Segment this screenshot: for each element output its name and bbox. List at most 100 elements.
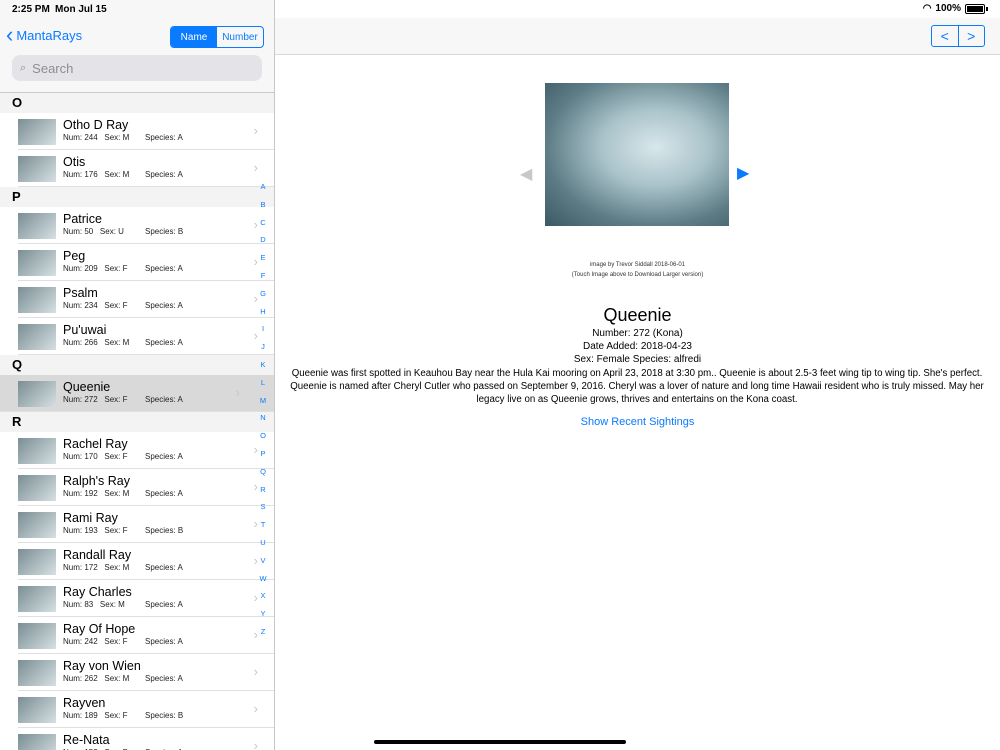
item-name: Patrice [63,212,102,226]
list-item[interactable]: Otho D Ray Num: 244 Sex: M Species: A › [18,113,274,150]
index-letter[interactable]: R [260,481,265,499]
index-letter[interactable]: G [260,285,266,303]
next-button[interactable]: > [959,26,985,46]
index-letter[interactable]: M [260,392,266,410]
index-letter[interactable]: P [260,445,265,463]
list-item[interactable]: Rami Ray Num: 193 Sex: F Species: B › [18,506,274,543]
item-name: Rayven [63,696,106,710]
index-letter[interactable]: Q [260,463,266,481]
index-letter[interactable]: A [260,178,265,196]
item-num: Num: 172 [63,563,98,572]
item-meta: Num: 192 Sex: M [63,489,129,498]
item-meta: Num: 170 Sex: F [63,452,127,461]
item-num: Num: 209 [63,264,98,273]
previous-button[interactable]: < [932,26,959,46]
manta-thumbnail [18,213,56,239]
index-letter[interactable]: L [261,374,265,392]
search-field[interactable]: ⌕ Search [12,55,262,81]
item-name: Queenie [63,380,111,394]
list-item[interactable]: Rayven Num: 189 Sex: F Species: B › [18,691,274,728]
item-meta: Num: 266 Sex: M [63,338,129,347]
status-time: 2:25 PM [12,4,50,15]
back-button[interactable]: ‹ MantaRays [6,24,82,46]
index-letter[interactable]: E [260,249,265,267]
item-meta: Num: 50 Sex: U [63,227,124,236]
list-item[interactable]: Ray Of Hope Num: 242 Sex: F Species: A › [18,617,274,654]
item-species: Species: A [145,264,183,273]
list-item[interactable]: Pu'uwai Num: 266 Sex: M Species: A › [18,318,274,355]
list-item[interactable]: Re-NataNum: 152 Sex: FSpecies: A› [18,728,274,750]
index-letter[interactable]: X [260,587,265,605]
list-item[interactable]: Rachel Ray Num: 170 Sex: F Species: A › [18,432,274,469]
item-sex: Sex: M [104,674,130,683]
list-item[interactable]: Patrice Num: 50 Sex: U Species: B › [18,207,274,244]
manta-thumbnail [18,697,56,723]
index-letter[interactable]: Y [260,605,265,623]
item-sex: Sex: M [104,170,130,179]
list-item[interactable]: Ralph's Ray Num: 192 Sex: M Species: A › [18,469,274,506]
index-letter[interactable]: U [260,534,265,552]
item-num: Num: 83 [63,600,94,609]
index-letter[interactable]: D [260,231,265,249]
list-item[interactable]: Ray Charles Num: 83 Sex: M Species: A › [18,580,274,617]
item-meta: Num: 172 Sex: M [63,563,129,572]
item-name: Pu'uwai [63,323,107,337]
index-letter[interactable]: B [260,196,265,214]
item-meta: Num: 234 Sex: F [63,301,127,310]
sort-by-number[interactable]: Number [217,27,263,47]
manta-description: Queenie was first spotted in Keauhou Bay… [290,368,984,405]
item-num: Num: 189 [63,711,98,720]
list-item[interactable]: Psalm Num: 234 Sex: F Species: A › [18,281,274,318]
index-letter[interactable]: F [261,267,266,285]
list-item[interactable]: Queenie Num: 272 Sex: F Species: A › [0,375,274,412]
index-letter[interactable]: V [260,552,265,570]
list-item[interactable]: Randall Ray Num: 172 Sex: M Species: A › [18,543,274,580]
index-letter[interactable]: I [262,320,264,338]
index-letter[interactable]: K [260,356,265,374]
index-letter[interactable]: C [260,214,265,232]
item-species: Species: A [145,674,183,683]
item-name: Ray Of Hope [63,622,136,636]
manta-thumbnail [18,119,56,145]
manta-thumbnail [18,381,56,407]
item-name: Ralph's Ray [63,474,130,488]
list-item[interactable]: Ray von Wien Num: 262 Sex: M Species: A › [18,654,274,691]
item-species: Species: A [145,338,183,347]
index-letter[interactable]: S [260,498,265,516]
status-right: ◠ 100% [923,3,988,14]
manta-thumbnail [18,512,56,538]
index-letter[interactable]: H [260,303,265,321]
chevron-right-icon: › [253,123,258,138]
list-item[interactable]: Otis Num: 176 Sex: M Species: A › [18,150,274,187]
master-pane: ‹ MantaRays Name Number ⌕ Search O Otho D… [0,0,275,750]
next-image-arrow-icon[interactable]: ▶ [737,163,749,183]
item-sex: Sex: F [104,264,128,273]
item-species: Species: A [145,452,183,461]
index-letter[interactable]: J [261,338,265,356]
manta-photo[interactable] [545,83,729,226]
section-header: Q [0,355,274,375]
sort-segmented-control: Name Number [170,26,264,48]
index-letter[interactable]: Z [261,623,266,641]
item-sex: Sex: F [104,711,128,720]
chevron-right-icon: › [253,160,258,175]
item-sex: Sex: F [104,395,128,404]
list-item[interactable]: Peg Num: 209 Sex: F Species: A › [18,244,274,281]
item-num: Num: 193 [63,526,98,535]
sort-by-name[interactable]: Name [171,27,217,47]
home-indicator[interactable] [374,740,626,744]
section-index[interactable]: ABCDEFGHIJKLMNOPQRSTUVWXYZ [256,178,270,641]
previous-image-arrow-icon[interactable]: ◀ [520,164,532,184]
item-name: Rachel Ray [63,437,128,451]
index-letter[interactable]: O [260,427,266,445]
item-species: Species: A [145,170,183,179]
index-letter[interactable]: W [259,570,266,588]
status-bar: 2:25 PM Mon Jul 15 ◠ 100% [0,0,1000,18]
item-meta: Num: 209 Sex: F [63,264,127,273]
item-sex: Sex: U [99,227,124,236]
index-letter[interactable]: T [261,516,266,534]
credit-line: image by Trevor Siddall 2018-06-01 [589,262,686,268]
chevron-right-icon: › [235,385,240,400]
index-letter[interactable]: N [260,409,265,427]
show-recent-sightings-link[interactable]: Show Recent Sightings [275,416,1000,428]
